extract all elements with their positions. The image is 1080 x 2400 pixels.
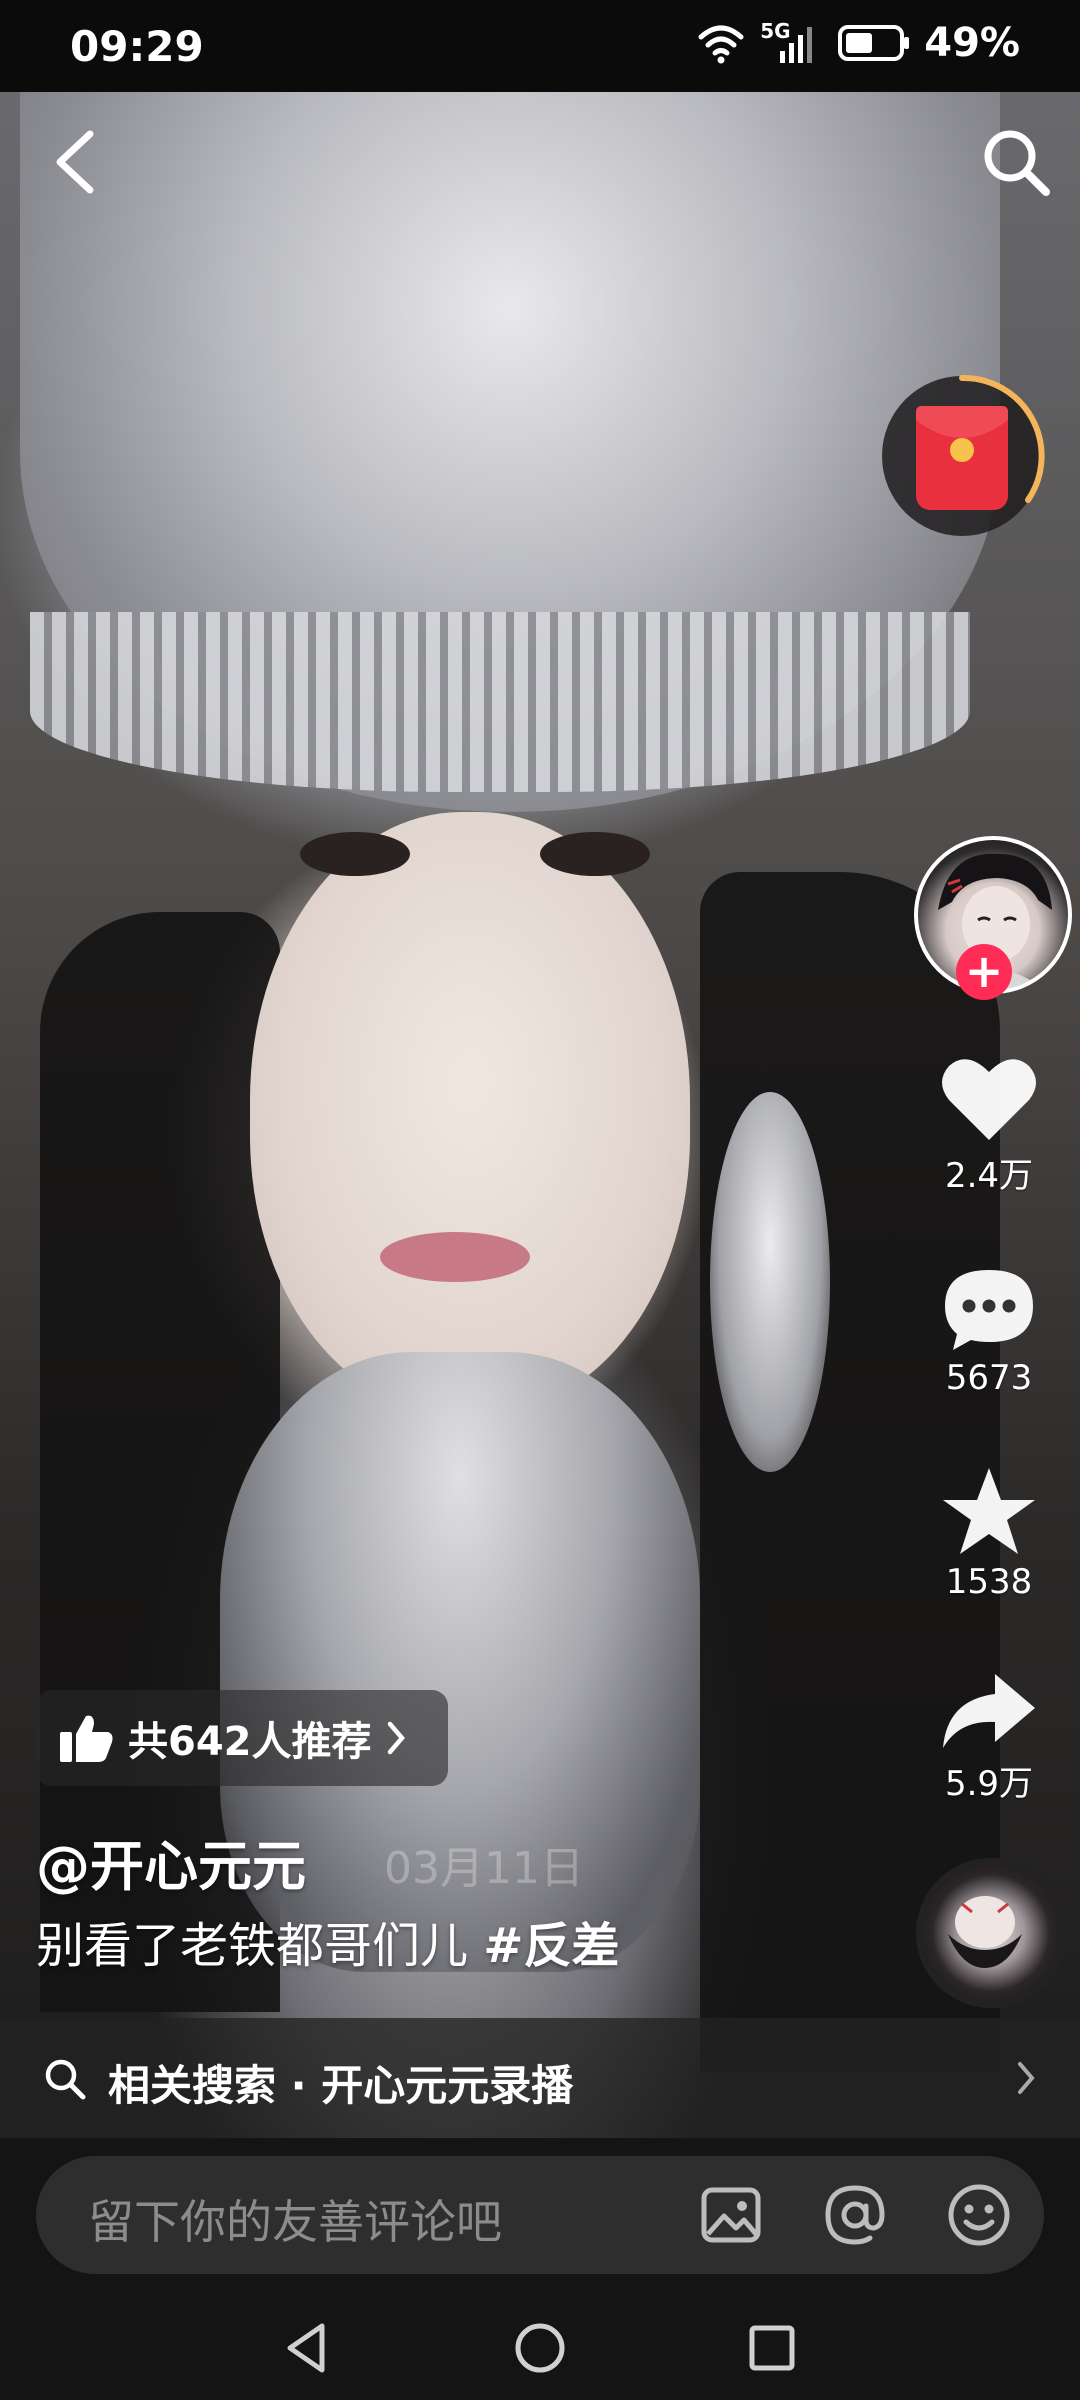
- related-search-bar[interactable]: 相关搜索 · 开心元元录播: [0, 2018, 1080, 2138]
- music-cover-image: [948, 1896, 1022, 1968]
- comment-count: 5673: [945, 1358, 1033, 1398]
- star-icon: [943, 1468, 1035, 1554]
- nav-back-button[interactable]: [278, 2318, 338, 2378]
- emoji-button[interactable]: [946, 2182, 1012, 2248]
- recommend-text: 共642人推荐: [128, 1719, 372, 1765]
- post-date: 03月11日: [384, 1843, 584, 1894]
- comment-placeholder: 留下你的友善评论吧: [88, 2195, 502, 2249]
- comment-icon: [945, 1270, 1033, 1350]
- video-content: [250, 812, 690, 1412]
- emoji-icon: [948, 2184, 1010, 2246]
- comment-input[interactable]: 留下你的友善评论吧: [36, 2156, 1044, 2274]
- hashtag-link[interactable]: #反差: [483, 1918, 619, 1974]
- video-content: [540, 832, 650, 876]
- related-search-text: 相关搜索 · 开心元元录播: [108, 2061, 574, 2110]
- like-button[interactable]: 2.4万: [924, 1052, 1054, 1197]
- at-icon: [825, 2185, 885, 2245]
- video-content: [380, 1232, 530, 1282]
- thumbs-up-icon: [60, 1715, 113, 1762]
- music-disc[interactable]: [916, 1858, 1066, 2008]
- video-caption: 别看了老铁都哥们儿 #反差: [36, 1906, 620, 1976]
- triangle-back-icon: [287, 2323, 325, 2373]
- video-content: [710, 1092, 830, 1472]
- red-packet-icon: [882, 374, 1045, 536]
- share-icon: [943, 1674, 1035, 1748]
- status-bar: 09:29 5G 49%: [0, 0, 1080, 92]
- comment-bar: 留下你的友善评论吧: [0, 2138, 1080, 2288]
- circle-home-icon: [515, 2323, 565, 2373]
- search-icon: [45, 2059, 86, 2100]
- status-time: 09:29: [70, 22, 204, 71]
- wifi-icon: [698, 25, 744, 64]
- search-icon: [984, 130, 1050, 196]
- image-icon: [701, 2187, 761, 2243]
- favorite-button[interactable]: 1538: [924, 1464, 1054, 1602]
- nav-recents-button[interactable]: [742, 2318, 802, 2378]
- heart-icon: [942, 1059, 1036, 1140]
- share-count: 5.9万: [944, 1764, 1034, 1804]
- author-name[interactable]: @开心元元: [36, 1822, 306, 1901]
- battery-percent: 49%: [924, 20, 1020, 66]
- chevron-right-icon: [1018, 2062, 1035, 2094]
- share-button[interactable]: 5.9万: [924, 1668, 1054, 1805]
- caption-text: 别看了老铁都哥们儿: [36, 1918, 484, 1974]
- favorite-count: 1538: [945, 1562, 1033, 1602]
- system-nav-bar: [0, 2288, 1080, 2400]
- mention-button[interactable]: [822, 2182, 888, 2248]
- image-button[interactable]: [698, 2182, 764, 2248]
- video-content: [300, 832, 410, 876]
- status-indicators: 5G 49%: [696, 19, 1020, 66]
- signal-5g-icon: 5G: [760, 19, 824, 65]
- video-content: [30, 612, 970, 792]
- battery-icon: [838, 25, 910, 61]
- back-button[interactable]: [42, 122, 112, 202]
- nav-home-button[interactable]: [510, 2318, 570, 2378]
- chevron-right-icon: [387, 1721, 405, 1755]
- like-count: 2.4万: [944, 1156, 1034, 1196]
- red-packet-button[interactable]: [878, 372, 1046, 540]
- follow-button[interactable]: +: [956, 944, 1012, 1000]
- search-button[interactable]: [976, 122, 1056, 202]
- comment-button[interactable]: 5673: [924, 1264, 1054, 1398]
- back-icon: [56, 130, 94, 194]
- square-recents-icon: [749, 2325, 795, 2371]
- recommend-pill[interactable]: 共642人推荐: [36, 1690, 448, 1786]
